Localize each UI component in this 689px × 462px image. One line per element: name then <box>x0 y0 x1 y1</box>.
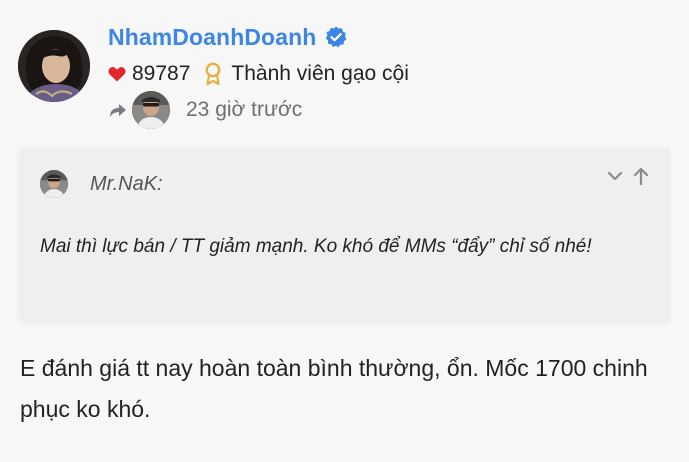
reply-to-avatar-image <box>132 91 170 129</box>
likes-count: 89787 <box>132 62 191 85</box>
quote-text: Mai thì lực bán / TT giảm mạnh. Ko khó đ… <box>40 236 592 257</box>
author-avatar[interactable] <box>18 30 90 102</box>
heart-icon <box>108 66 126 82</box>
quote-controls <box>607 166 649 186</box>
author-avatar-image <box>18 30 90 102</box>
post-body: E đánh giá tt nay hoàn toàn bình thường,… <box>20 355 648 422</box>
reply-arrow-icon <box>108 101 128 119</box>
username[interactable]: NhamDoanhDoanh <box>108 24 316 51</box>
quote-author-avatar-image <box>40 170 68 198</box>
reply-to-avatar[interactable] <box>132 91 170 129</box>
user-title: Thành viên gạo cội <box>231 62 409 85</box>
arrow-up-icon[interactable] <box>633 166 649 186</box>
user-stats: 89787 Thành viên gạo cội <box>108 60 409 88</box>
award-icon <box>204 62 222 86</box>
quote-block: Mr.NaK: Mai thì lực bán / TT giảm mạnh. … <box>20 148 669 320</box>
post-timestamp[interactable]: 23 giờ trước <box>186 98 302 122</box>
quote-author: Mr.NaK: <box>90 173 163 195</box>
verified-badge-icon <box>324 25 348 49</box>
chevron-down-icon[interactable] <box>607 166 623 186</box>
quote-author-avatar[interactable] <box>40 170 68 198</box>
username-row: NhamDoanhDoanh <box>108 22 348 52</box>
reply-info: 23 giờ trước <box>108 90 302 130</box>
